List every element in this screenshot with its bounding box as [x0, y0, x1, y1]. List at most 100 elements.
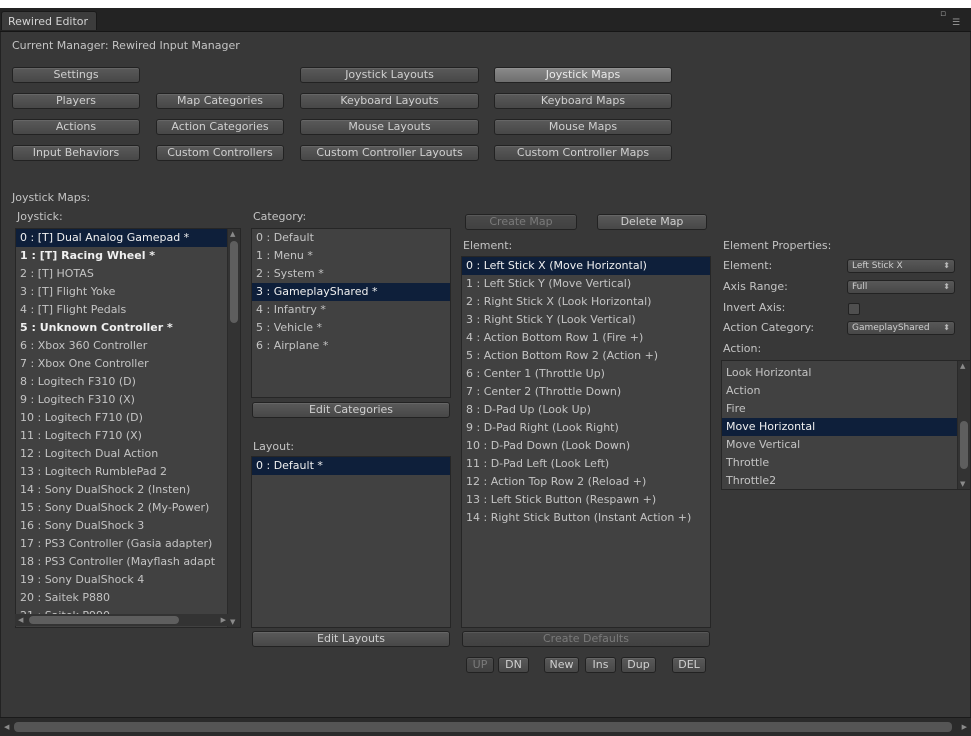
custom-controller-layouts-button[interactable]: Custom Controller Layouts: [300, 145, 479, 161]
scroll-right-icon[interactable]: ▶: [221, 616, 226, 624]
invert-axis-checkbox[interactable]: [848, 303, 860, 315]
insert-element-button[interactable]: Ins: [585, 657, 616, 673]
joystick-item[interactable]: 10 : Logitech F710 (D): [16, 409, 240, 427]
layout-item[interactable]: 0 : Default *: [252, 457, 450, 475]
edit-layouts-button[interactable]: Edit Layouts: [252, 631, 450, 647]
scroll-left-icon[interactable]: ◀: [18, 616, 23, 624]
mouse-layouts-button[interactable]: Mouse Layouts: [300, 119, 479, 135]
category-list[interactable]: 0 : Default 1 : Menu * 2 : System * 3 : Gam…: [251, 228, 451, 398]
joystick-item[interactable]: 17 : PS3 Controller (Gasia adapter): [16, 535, 240, 553]
category-item[interactable]: 2 : System *: [252, 265, 450, 283]
map-categories-button[interactable]: Map Categories: [156, 93, 284, 109]
element-item[interactable]: 7 : Center 2 (Throttle Down): [462, 383, 710, 401]
element-item[interactable]: 1 : Left Stick Y (Move Vertical): [462, 275, 710, 293]
action-vscroll-thumb[interactable]: [960, 421, 968, 469]
menu-icon[interactable]: ☰: [952, 18, 960, 28]
action-item[interactable]: Fire: [722, 400, 970, 418]
action-item[interactable]: Move Horizontal: [722, 418, 970, 436]
joystick-item[interactable]: 6 : Xbox 360 Controller: [16, 337, 240, 355]
settings-button[interactable]: Settings: [12, 67, 140, 83]
joystick-hscrollbar[interactable]: ◀ ▶: [15, 614, 229, 626]
joystick-layouts-button[interactable]: Joystick Layouts: [300, 67, 479, 83]
keyboard-maps-button[interactable]: Keyboard Maps: [494, 93, 672, 109]
scroll-up-icon[interactable]: ▲: [960, 362, 965, 370]
action-list[interactable]: Look Horizontal Action Fire Move Horizontal…: [721, 360, 971, 490]
joystick-item[interactable]: 8 : Logitech F310 (D): [16, 373, 240, 391]
action-categories-button[interactable]: Action Categories: [156, 119, 284, 135]
joystick-item[interactable]: 5 : Unknown Controller *: [16, 319, 240, 337]
joystick-hscroll-thumb[interactable]: [29, 616, 179, 624]
delete-map-button[interactable]: Delete Map: [597, 214, 707, 230]
joystick-item[interactable]: 14 : Sony DualShock 2 (Insten): [16, 481, 240, 499]
players-button[interactable]: Players: [12, 93, 140, 109]
custom-controller-maps-button[interactable]: Custom Controller Maps: [494, 145, 672, 161]
actions-button[interactable]: Actions: [12, 119, 140, 135]
category-item[interactable]: 6 : Airplane *: [252, 337, 450, 355]
joystick-vscrollbar[interactable]: ▲ ▼: [227, 229, 240, 627]
joystick-maps-button[interactable]: Joystick Maps: [494, 67, 672, 83]
custom-controllers-button[interactable]: Custom Controllers: [156, 145, 284, 161]
element-item[interactable]: 11 : D-Pad Left (Look Left): [462, 455, 710, 473]
element-item[interactable]: 4 : Action Bottom Row 1 (Fire +): [462, 329, 710, 347]
move-up-button[interactable]: UP: [466, 657, 494, 673]
create-map-button[interactable]: Create Map: [465, 214, 577, 230]
scroll-down-icon[interactable]: ▼: [960, 480, 965, 488]
layout-list[interactable]: 0 : Default *: [251, 456, 451, 628]
element-dropdown[interactable]: Left Stick X ⬍: [847, 259, 955, 273]
scroll-left-icon[interactable]: ◀: [4, 723, 9, 731]
joystick-item[interactable]: 12 : Logitech Dual Action: [16, 445, 240, 463]
maximize-icon[interactable]: ▫: [940, 9, 946, 19]
joystick-item[interactable]: 13 : Logitech RumblePad 2: [16, 463, 240, 481]
element-item[interactable]: 12 : Action Top Row 2 (Reload +): [462, 473, 710, 491]
joystick-list[interactable]: 0 : [T] Dual Analog Gamepad * 1 : [T] Rac…: [15, 228, 241, 628]
action-item[interactable]: Look Horizontal: [722, 364, 970, 382]
action-item[interactable]: Throttle2: [722, 472, 970, 489]
element-item[interactable]: 14 : Right Stick Button (Instant Action …: [462, 509, 710, 527]
new-element-button[interactable]: New: [544, 657, 579, 673]
category-item[interactable]: 4 : Infantry *: [252, 301, 450, 319]
category-item[interactable]: 3 : GameplayShared *: [252, 283, 450, 301]
duplicate-element-button[interactable]: Dup: [621, 657, 656, 673]
action-vscrollbar[interactable]: ▲ ▼: [957, 361, 970, 489]
element-item[interactable]: 0 : Left Stick X (Move Horizontal): [462, 257, 710, 275]
joystick-item[interactable]: 9 : Logitech F310 (X): [16, 391, 240, 409]
keyboard-layouts-button[interactable]: Keyboard Layouts: [300, 93, 479, 109]
create-defaults-button[interactable]: Create Defaults: [462, 631, 710, 647]
editor-tab[interactable]: Rewired Editor: [1, 11, 97, 30]
action-category-dropdown[interactable]: GameplayShared ⬍: [847, 321, 955, 335]
joystick-item[interactable]: 3 : [T] Flight Yoke: [16, 283, 240, 301]
joystick-item[interactable]: 7 : Xbox One Controller: [16, 355, 240, 373]
input-behaviors-button[interactable]: Input Behaviors: [12, 145, 140, 161]
scroll-right-icon[interactable]: ▶: [962, 723, 967, 731]
scroll-down-icon[interactable]: ▼: [230, 618, 235, 626]
mouse-maps-button[interactable]: Mouse Maps: [494, 119, 672, 135]
category-item[interactable]: 1 : Menu *: [252, 247, 450, 265]
element-item[interactable]: 8 : D-Pad Up (Look Up): [462, 401, 710, 419]
element-list[interactable]: 0 : Left Stick X (Move Horizontal) 1 : Le…: [461, 256, 711, 628]
element-item[interactable]: 6 : Center 1 (Throttle Up): [462, 365, 710, 383]
joystick-item[interactable]: 16 : Sony DualShock 3: [16, 517, 240, 535]
action-item[interactable]: Throttle: [722, 454, 970, 472]
joystick-item[interactable]: 18 : PS3 Controller (Mayflash adapt: [16, 553, 240, 571]
element-item[interactable]: 10 : D-Pad Down (Look Down): [462, 437, 710, 455]
action-item[interactable]: Action: [722, 382, 970, 400]
action-item[interactable]: Move Vertical: [722, 436, 970, 454]
edit-categories-button[interactable]: Edit Categories: [252, 402, 450, 418]
scroll-up-icon[interactable]: ▲: [230, 230, 235, 238]
move-down-button[interactable]: DN: [498, 657, 529, 673]
joystick-item[interactable]: 15 : Sony DualShock 2 (My-Power): [16, 499, 240, 517]
joystick-item[interactable]: 0 : [T] Dual Analog Gamepad *: [16, 229, 240, 247]
joystick-item[interactable]: 4 : [T] Flight Pedals: [16, 301, 240, 319]
window-hscroll-thumb[interactable]: [14, 722, 952, 732]
element-item[interactable]: 9 : D-Pad Right (Look Right): [462, 419, 710, 437]
element-item[interactable]: 2 : Right Stick X (Look Horizontal): [462, 293, 710, 311]
joystick-vscroll-thumb[interactable]: [230, 241, 238, 323]
element-item[interactable]: 13 : Left Stick Button (Respawn +): [462, 491, 710, 509]
axis-range-dropdown[interactable]: Full ⬍: [847, 280, 955, 294]
joystick-item[interactable]: 20 : Saitek P880: [16, 589, 240, 607]
element-item[interactable]: 3 : Right Stick Y (Look Vertical): [462, 311, 710, 329]
joystick-item[interactable]: 2 : [T] HOTAS: [16, 265, 240, 283]
joystick-item[interactable]: 19 : Sony DualShock 4: [16, 571, 240, 589]
joystick-item[interactable]: 1 : [T] Racing Wheel *: [16, 247, 240, 265]
delete-element-button[interactable]: DEL: [672, 657, 706, 673]
